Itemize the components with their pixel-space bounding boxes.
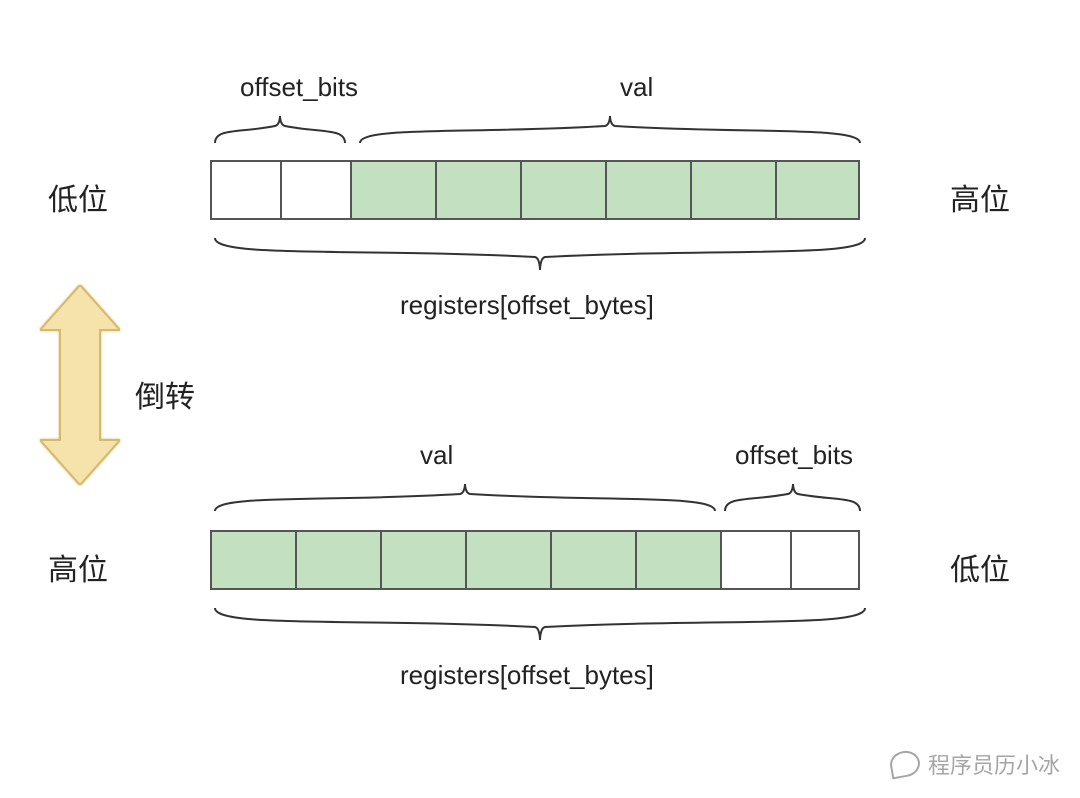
bottom-cell-val2 <box>380 530 465 590</box>
bottom-right-endian-label: 低位 <box>950 545 1010 589</box>
bottom-cell-val5 <box>635 530 720 590</box>
top-cell-val5 <box>775 160 860 220</box>
top-bottom-brace <box>210 233 870 278</box>
wechat-icon <box>888 749 922 780</box>
top-cell-val4 <box>690 160 775 220</box>
bottom-cell-val3 <box>465 530 550 590</box>
top-offset-brace <box>210 108 350 148</box>
bottom-val-brace <box>210 476 720 516</box>
bottom-registers-label: registers[offset_bytes] <box>400 660 654 691</box>
top-cell-val3 <box>605 160 690 220</box>
top-cell-val0 <box>350 160 435 220</box>
watermark-text: 程序员历小冰 <box>928 748 1060 780</box>
bottom-offset-brace <box>720 476 865 516</box>
top-right-endian-label: 高位 <box>950 175 1010 219</box>
top-cell-val2 <box>520 160 605 220</box>
reverse-arrow <box>40 285 120 485</box>
top-cell-offset0 <box>210 160 280 220</box>
bottom-offset-bits-label: offset_bits <box>735 440 853 471</box>
top-val-label: val <box>620 72 653 103</box>
top-registers-label: registers[offset_bytes] <box>400 290 654 321</box>
reverse-label: 倒转 <box>135 372 195 416</box>
bottom-cell-offset0 <box>720 530 790 590</box>
bottom-cell-val1 <box>295 530 380 590</box>
bottom-cell-val0 <box>210 530 295 590</box>
bottom-cell-offset1 <box>790 530 860 590</box>
top-cell-offset1 <box>280 160 350 220</box>
top-val-brace <box>355 108 865 148</box>
bottom-bottom-brace <box>210 603 870 648</box>
bottom-left-endian-label: 高位 <box>48 545 108 589</box>
top-row <box>210 160 860 220</box>
top-left-endian-label: 低位 <box>48 175 108 219</box>
bottom-cell-val4 <box>550 530 635 590</box>
watermark: 程序员历小冰 <box>890 748 1060 780</box>
bottom-val-label: val <box>420 440 453 471</box>
top-cell-val1 <box>435 160 520 220</box>
bottom-row <box>210 530 860 590</box>
top-offset-bits-label: offset_bits <box>240 72 358 103</box>
